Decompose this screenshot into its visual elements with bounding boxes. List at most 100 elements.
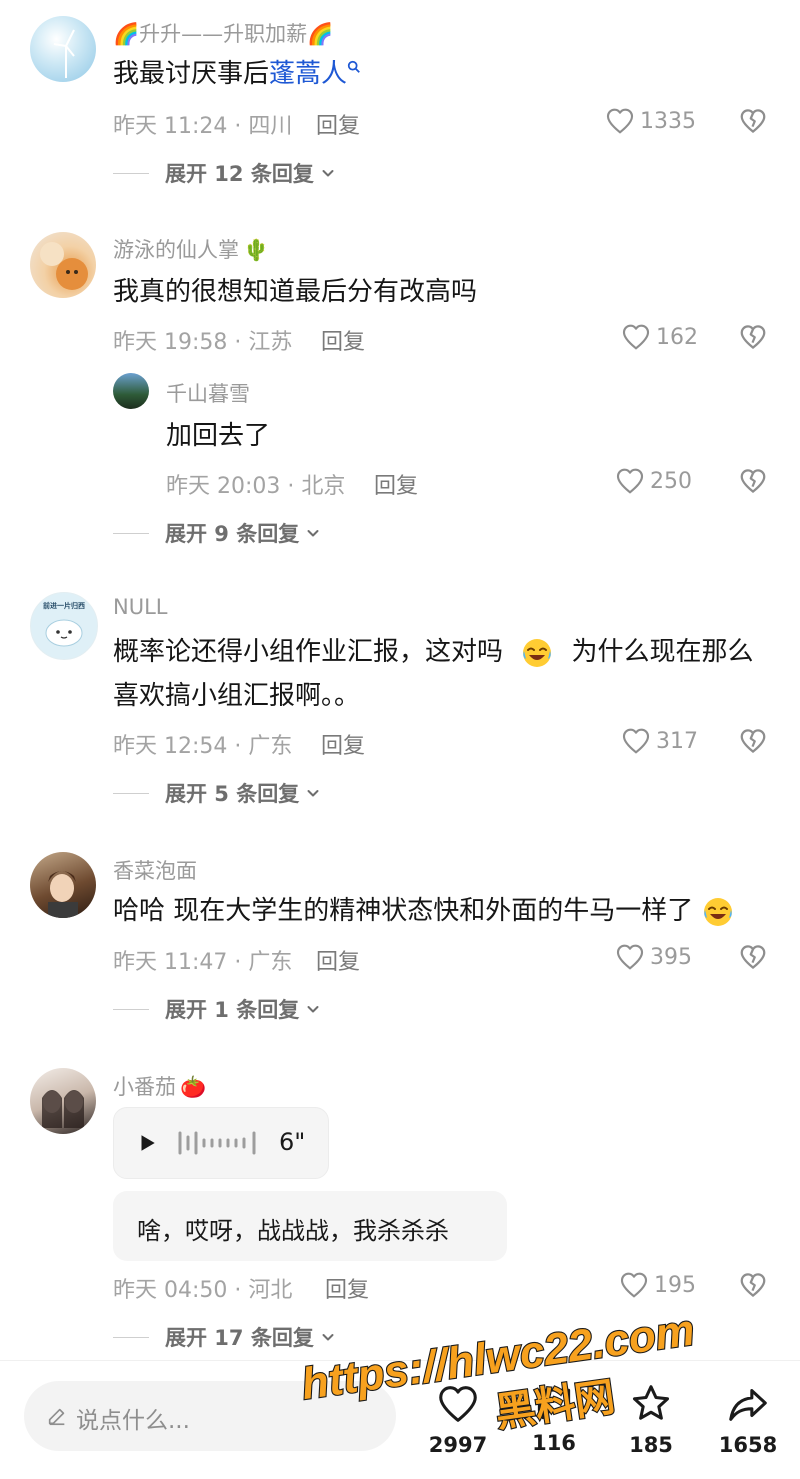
post-share-count: 1658 bbox=[718, 1433, 778, 1457]
like-button[interactable]: 250 bbox=[614, 465, 692, 497]
reply-button[interactable]: 回复 bbox=[321, 324, 365, 356]
dislike-broken-heart-icon[interactable] bbox=[738, 466, 768, 496]
reply-button[interactable]: 回复 bbox=[321, 728, 365, 760]
waveform-icon bbox=[178, 1131, 256, 1155]
like-count: 162 bbox=[656, 324, 698, 350]
comment-meta: 昨天 19:58 · 江苏 bbox=[113, 330, 293, 355]
like-post-button[interactable]: 2997 bbox=[418, 1381, 498, 1457]
expand-replies-label: 展开 5 条回复 bbox=[165, 782, 300, 806]
windmill-icon bbox=[53, 29, 75, 78]
reply-button[interactable]: 回复 bbox=[316, 944, 360, 976]
pencil-icon bbox=[48, 1408, 65, 1426]
divider bbox=[113, 172, 149, 174]
heart-icon bbox=[620, 321, 652, 353]
expand-replies-button[interactable]: 展开 17 条回复 bbox=[113, 1322, 336, 1352]
bottom-action-bar: 说点什么... 2997 116 185 1658 bbox=[0, 1360, 800, 1479]
chevron-down-icon bbox=[320, 1329, 336, 1345]
comment-input[interactable]: 说点什么... bbox=[24, 1381, 396, 1451]
like-count: 317 bbox=[656, 728, 698, 754]
expand-replies-button[interactable]: 展开 9 条回复 bbox=[113, 518, 321, 548]
reply-button[interactable]: 回复 bbox=[316, 108, 360, 140]
comment-meta: 昨天 20:03 · 北京 bbox=[166, 474, 346, 499]
expand-replies-label: 展开 9 条回复 bbox=[165, 522, 300, 546]
username-text: 游泳的仙人掌 bbox=[113, 238, 239, 262]
share-arrow-icon bbox=[729, 1389, 767, 1421]
like-count: 250 bbox=[650, 468, 692, 494]
reply-button[interactable]: 回复 bbox=[374, 468, 418, 500]
favorite-post-button[interactable]: 185 bbox=[611, 1381, 691, 1457]
bread-character-icon bbox=[40, 242, 88, 290]
expand-replies-label: 展开 17 条回复 bbox=[165, 1326, 314, 1350]
dislike-broken-heart-icon[interactable] bbox=[738, 726, 768, 756]
comment-bubble-icon bbox=[537, 1388, 571, 1420]
comment-text: 我真的很想知道最后分有改高吗 bbox=[113, 277, 478, 307]
username[interactable]: 千山暮雪 bbox=[166, 378, 250, 408]
avatar[interactable] bbox=[30, 1068, 96, 1134]
expand-replies-button[interactable]: 展开 1 条回复 bbox=[113, 994, 321, 1024]
like-button[interactable]: 1335 bbox=[604, 105, 696, 137]
username[interactable]: NULL bbox=[113, 595, 167, 619]
dislike-broken-heart-icon[interactable] bbox=[738, 322, 768, 352]
username[interactable]: 游泳的仙人掌 🌵 bbox=[113, 234, 269, 264]
expand-replies-button[interactable]: 展开 12 条回复 bbox=[113, 158, 336, 188]
expand-replies-label: 展开 1 条回复 bbox=[165, 998, 300, 1022]
username[interactable]: 香菜泡面 bbox=[113, 855, 197, 885]
post-favorite-count: 185 bbox=[629, 1433, 673, 1457]
dislike-broken-heart-icon[interactable] bbox=[738, 106, 768, 136]
avatar[interactable] bbox=[30, 852, 96, 918]
avatar-caption: 前进一片归西 bbox=[43, 602, 85, 610]
like-button[interactable]: 317 bbox=[620, 725, 698, 757]
search-link[interactable]: 蓬蒿人 bbox=[269, 59, 347, 89]
like-button[interactable]: 162 bbox=[620, 321, 698, 353]
comment-text-plain: 我最讨厌事后 bbox=[113, 59, 270, 89]
heart-icon bbox=[618, 1269, 650, 1301]
username[interactable]: 小番茄 🍅 bbox=[113, 1071, 206, 1101]
heart-icon bbox=[614, 941, 646, 973]
heart-icon bbox=[620, 725, 652, 757]
search-icon[interactable] bbox=[347, 60, 361, 74]
reply-button[interactable]: 回复 bbox=[325, 1272, 369, 1304]
comment-meta: 昨天 11:24 · 四川 bbox=[113, 114, 293, 139]
comment-text-body: 哈哈 现在大学生的精神状态快和外面的牛马一样了 bbox=[113, 896, 694, 926]
heart-icon bbox=[604, 105, 636, 137]
comment-meta: 昨天 12:54 · 广东 bbox=[113, 734, 293, 759]
divider bbox=[113, 1336, 149, 1338]
comment-text: 我最讨厌事后蓬蒿人 bbox=[113, 52, 770, 96]
comment-text-part-a: 概率论还得小组作业汇报，这对吗 bbox=[113, 637, 504, 667]
voice-message[interactable]: 6" bbox=[113, 1107, 329, 1179]
divider bbox=[113, 1008, 149, 1010]
avatar[interactable]: 前进一片归西 bbox=[30, 592, 98, 660]
anime-boy-icon bbox=[48, 871, 78, 918]
chevron-down-icon bbox=[305, 785, 321, 801]
username-text: 小番茄 bbox=[113, 1075, 176, 1099]
comment-post-button[interactable]: 116 bbox=[514, 1381, 594, 1455]
comment-text: 加回去了 bbox=[166, 421, 271, 451]
star-icon bbox=[632, 1385, 670, 1420]
avatar[interactable] bbox=[30, 232, 96, 298]
post-like-count: 2997 bbox=[428, 1433, 488, 1457]
username[interactable]: 🌈升升——升职加薪🌈 bbox=[113, 18, 333, 48]
heart-icon bbox=[435, 1381, 481, 1427]
divider bbox=[113, 792, 149, 794]
dislike-broken-heart-icon[interactable] bbox=[738, 1270, 768, 1300]
cactus-emoji: 🌵 bbox=[243, 238, 270, 262]
expand-replies-button[interactable]: 展开 5 条回复 bbox=[113, 778, 321, 808]
like-button[interactable]: 195 bbox=[618, 1269, 696, 1301]
voice-transcript: 啥，哎呀，战战战，我杀杀杀 bbox=[113, 1191, 507, 1261]
share-post-button[interactable]: 1658 bbox=[708, 1381, 788, 1457]
chevron-down-icon bbox=[305, 525, 321, 541]
voice-duration: 6" bbox=[279, 1128, 306, 1156]
laugh-cry-emoji-icon bbox=[702, 896, 734, 928]
post-comment-count: 116 bbox=[532, 1431, 576, 1455]
chevron-down-icon bbox=[305, 1001, 321, 1017]
like-button[interactable]: 395 bbox=[614, 941, 692, 973]
play-icon[interactable] bbox=[136, 1132, 158, 1154]
avatar[interactable] bbox=[113, 373, 149, 409]
dislike-broken-heart-icon[interactable] bbox=[738, 942, 768, 972]
two-girls-photo-icon bbox=[42, 1090, 84, 1128]
comment-text: 概率论还得小组作业汇报，这对吗 为什么现在那么喜欢搞小组汇报啊。。 bbox=[113, 630, 770, 718]
divider bbox=[113, 532, 149, 534]
comment-input-placeholder: 说点什么... bbox=[76, 1408, 190, 1434]
like-count: 395 bbox=[650, 944, 692, 970]
avatar[interactable] bbox=[30, 16, 96, 82]
